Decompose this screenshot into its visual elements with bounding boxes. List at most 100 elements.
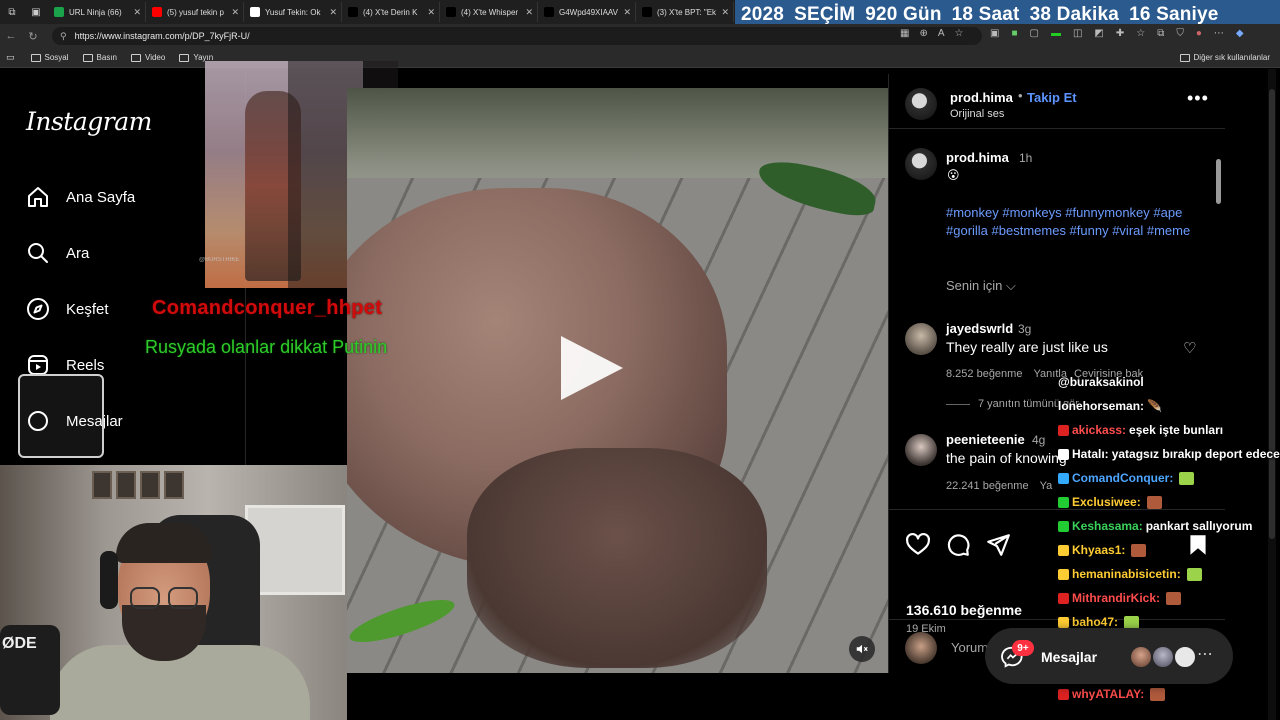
chat-text: pankart sallıyorum bbox=[1145, 519, 1253, 533]
comment-input[interactable]: Yorum bbox=[951, 640, 988, 655]
chat-username: Hatalı: bbox=[1072, 447, 1109, 461]
nav-home[interactable]: Ana Sayfa bbox=[26, 185, 135, 209]
bookmark-label: Basın bbox=[96, 53, 117, 62]
browser-tab[interactable]: Yusuf Tekin: Ok ✕ bbox=[244, 2, 342, 22]
app-icon[interactable]: ▦ bbox=[900, 28, 909, 39]
browser-tab[interactable]: URL Ninja (66) ✕ bbox=[48, 2, 146, 22]
tab-close-icon[interactable]: ✕ bbox=[231, 7, 239, 18]
messages-pill[interactable]: 9+ Mesajlar ⋯ bbox=[985, 628, 1233, 684]
reading-view-icon[interactable]: ▭ bbox=[6, 52, 15, 63]
webcam-streamer-hair bbox=[116, 523, 212, 563]
comment-likes[interactable]: 22.241 beğenme bbox=[946, 480, 1029, 492]
chat-message: akickass: eşek işte bunları bbox=[1058, 423, 1223, 437]
more-options-icon[interactable]: ••• bbox=[1187, 88, 1209, 109]
browser-tab[interactable]: (4) X'te Whisper ✕ bbox=[440, 2, 538, 22]
read-aloud-icon[interactable]: A bbox=[938, 28, 945, 39]
viewer-avatar bbox=[905, 632, 937, 664]
caption-hashtags[interactable]: #monkey #monkeys #funnymonkey #ape #gori… bbox=[946, 204, 1206, 240]
audio-label[interactable]: Orijinal ses bbox=[950, 108, 1004, 120]
nav-explore[interactable]: Keşfet bbox=[26, 297, 109, 321]
other-bookmarks-label: Diğer sık kullanılanlar bbox=[1193, 53, 1270, 62]
comment-username[interactable]: jayedswrld bbox=[946, 321, 1013, 336]
extension-icon[interactable]: ▬ bbox=[1051, 28, 1061, 39]
extension-icon[interactable]: ◩ bbox=[1094, 28, 1103, 39]
scrollbar-thumb[interactable] bbox=[1216, 159, 1221, 204]
webcam-window bbox=[245, 505, 345, 595]
extension-icon[interactable]: ▣ bbox=[990, 28, 999, 39]
comments-scrollbar[interactable] bbox=[1215, 149, 1222, 519]
tab-close-icon[interactable]: ✕ bbox=[721, 7, 729, 18]
chat-emote-icon bbox=[1124, 615, 1140, 629]
tab-title: (5) yusuf tekin p bbox=[167, 7, 224, 17]
nav-search[interactable]: Ara bbox=[26, 241, 89, 265]
like-heart-icon[interactable] bbox=[905, 532, 931, 558]
extension-icon[interactable]: ◫ bbox=[1073, 28, 1082, 39]
share-icon[interactable] bbox=[985, 532, 1011, 558]
page-scrollbar-thumb[interactable] bbox=[1269, 89, 1275, 539]
mute-button[interactable] bbox=[849, 636, 875, 662]
browser-tab[interactable]: G4Wpd49XIAAV ✕ bbox=[538, 2, 636, 22]
collections-icon[interactable]: ⧉ bbox=[1157, 28, 1164, 39]
comment-username[interactable]: peenieteenie bbox=[946, 432, 1025, 447]
author-avatar[interactable] bbox=[905, 88, 937, 120]
overlay-text-red: Comandconquer_hhpet bbox=[152, 297, 383, 319]
overlay-text-green: Rusyada olanlar dikkat Putinin bbox=[145, 337, 388, 357]
bookmark-folder[interactable]: Video bbox=[131, 53, 165, 62]
comment-icon[interactable] bbox=[945, 532, 971, 558]
instagram-logo[interactable]: Instagram bbox=[26, 107, 152, 136]
tab-close-icon[interactable]: ✕ bbox=[427, 7, 435, 18]
chat-username: MithrandirKick: bbox=[1072, 591, 1161, 605]
comment-avatar[interactable] bbox=[905, 434, 937, 466]
comment-reply[interactable]: Ya bbox=[1040, 480, 1053, 492]
like-count[interactable]: 136.610 beğenme bbox=[906, 602, 1022, 618]
comment-avatar[interactable] bbox=[905, 323, 937, 355]
extension-icon[interactable]: ▢ bbox=[1030, 28, 1039, 39]
url-field[interactable]: ⚲ https://www.instagram.com/p/DP_7kyFjR-… bbox=[52, 27, 982, 45]
play-icon[interactable] bbox=[561, 336, 623, 400]
chat-username: @buraksakinol bbox=[1058, 375, 1144, 389]
tab-close-icon[interactable]: ✕ bbox=[133, 7, 141, 18]
reload-icon[interactable]: ↻ bbox=[22, 30, 44, 43]
page-scrollbar[interactable] bbox=[1268, 69, 1276, 720]
browser-essentials-icon[interactable]: ⛉ bbox=[1176, 28, 1184, 39]
browser-tab[interactable]: (4) X'te Derin K ✕ bbox=[342, 2, 440, 22]
author-username[interactable]: prod.hima bbox=[950, 90, 1013, 105]
browser-tab[interactable]: (3) X'te BPT: "Ek ✕ bbox=[636, 2, 734, 22]
site-info-icon[interactable]: ⚲ bbox=[60, 31, 67, 42]
copilot-icon[interactable]: ◆ bbox=[1236, 28, 1244, 39]
for-you-label[interactable]: Senin için ⌵ bbox=[946, 278, 1016, 294]
more-menu-icon[interactable]: ⋯ bbox=[1214, 28, 1224, 39]
tab-close-icon[interactable]: ✕ bbox=[623, 7, 631, 18]
tab-title: (4) X'te Whisper bbox=[461, 7, 519, 17]
bookmark-label: Video bbox=[145, 53, 166, 62]
caption-username[interactable]: prod.hima bbox=[946, 150, 1009, 165]
chat-emote-icon bbox=[1166, 591, 1182, 605]
tab-close-icon[interactable]: ✕ bbox=[525, 7, 533, 18]
caption-avatar[interactable] bbox=[905, 148, 937, 180]
nav-search-label: Ara bbox=[66, 244, 90, 262]
other-bookmarks[interactable]: Diğer sık kullanılanlar bbox=[1179, 53, 1270, 62]
home-icon bbox=[28, 187, 48, 207]
profile-avatar-icon[interactable]: ● bbox=[1196, 28, 1202, 39]
extension-icon[interactable]: ■ bbox=[1011, 28, 1017, 39]
browser-menu-icon[interactable]: ⧉ bbox=[0, 0, 24, 24]
bookmark-folder[interactable]: Sosyal bbox=[30, 53, 69, 62]
bookmark-folder[interactable]: Basın bbox=[82, 53, 117, 62]
comment-like-heart-icon[interactable]: ♡ bbox=[1183, 339, 1196, 357]
tab-close-icon[interactable]: ✕ bbox=[329, 7, 337, 18]
messages-badge: 9+ bbox=[1012, 640, 1034, 656]
clip-watermark: @BURSTRIKE bbox=[199, 257, 240, 263]
comment-meta: 22.241 beğenme Ya bbox=[946, 480, 1052, 492]
zoom-icon[interactable]: ⊕ bbox=[919, 28, 927, 39]
save-bookmark-icon[interactable] bbox=[1185, 532, 1211, 558]
back-icon[interactable]: ← bbox=[0, 30, 22, 42]
follow-button[interactable]: Takip Et bbox=[1027, 90, 1077, 105]
comment-likes[interactable]: 8.252 beğenme bbox=[946, 368, 1022, 380]
favorites-icon[interactable]: ☆ bbox=[1136, 28, 1145, 39]
favorite-star-icon[interactable]: ☆ bbox=[955, 28, 964, 39]
post-video[interactable] bbox=[347, 88, 888, 673]
extensions-puzzle-icon[interactable]: ✚ bbox=[1116, 28, 1124, 39]
chat-message: ComandConquer: bbox=[1058, 471, 1195, 485]
browser-tab[interactable]: (5) yusuf tekin p ✕ bbox=[146, 2, 244, 22]
tab-actions-icon[interactable]: ▣ bbox=[24, 0, 48, 24]
